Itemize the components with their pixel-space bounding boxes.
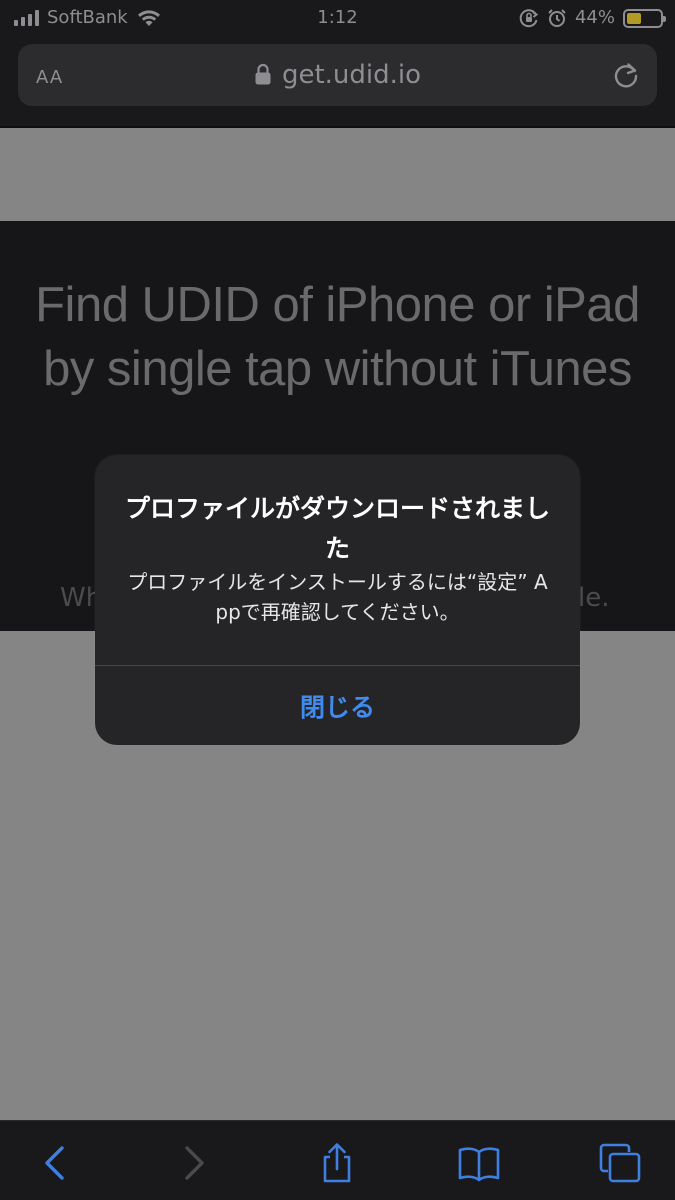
tabs-icon (599, 1143, 641, 1183)
forward-button[interactable] (172, 1141, 216, 1185)
lock-icon (255, 63, 271, 85)
alert-title: プロファイルがダウンロードされました (125, 494, 551, 563)
battery-level (627, 12, 642, 24)
url-text: get.udid.io (281, 60, 422, 90)
bookmarks-button[interactable] (457, 1141, 501, 1185)
hero-subtitle-right: le. (578, 583, 610, 613)
hero-title-line-2: by single tap without iTunes (43, 342, 632, 396)
reload-icon[interactable] (611, 60, 641, 90)
browser-toolbar (0, 1120, 675, 1200)
bookmarks-icon (458, 1147, 500, 1182)
forward-icon (185, 1146, 204, 1180)
address-bar[interactable]: AA get.udid.io (18, 44, 657, 106)
status-bar: SoftBank 1:12 44% (0, 0, 675, 38)
orientation-lock-icon (519, 9, 539, 28)
share-button[interactable] (315, 1141, 359, 1185)
url-display[interactable]: get.udid.io (18, 58, 657, 92)
battery-percentage: 44% (574, 7, 615, 28)
close-button[interactable]: 閉じる (95, 666, 580, 745)
hero-title: Find UDID of iPhone or iPad by single ta… (0, 273, 675, 401)
battery-icon (623, 8, 666, 28)
browser-address-area: AA get.udid.io (0, 38, 675, 128)
hero-title-line-1: Find UDID of iPhone or iPad (35, 278, 640, 332)
profile-downloaded-alert: プロファイルがダウンロードされました プロファイルをインストールするには“設定”… (95, 455, 580, 745)
back-button[interactable] (33, 1141, 77, 1185)
status-right: 44% (519, 7, 666, 29)
alert-message: プロファイルをインストールするには“設定” Appで再確認してください。 (127, 570, 548, 624)
alarm-icon (548, 9, 566, 27)
tabs-button[interactable] (598, 1141, 642, 1185)
share-icon (323, 1143, 351, 1183)
back-icon (45, 1146, 64, 1180)
